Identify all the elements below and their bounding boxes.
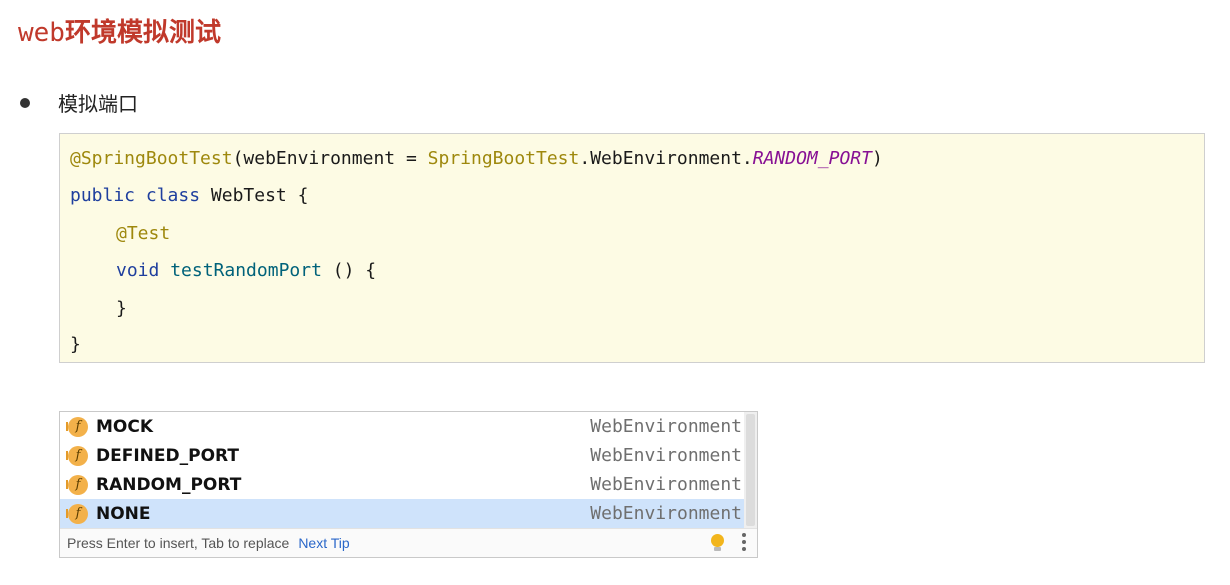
completion-item-selected[interactable]: f NONE WebEnvironment	[60, 499, 744, 528]
completion-hint: Press Enter to insert, Tab to replace	[67, 535, 290, 551]
code-text: () {	[321, 260, 377, 281]
field-icon: f	[66, 474, 88, 495]
code-line-5: }	[116, 298, 127, 319]
next-tip-link[interactable]: Next Tip	[298, 535, 349, 551]
bullet-text: 模拟端口	[58, 92, 138, 116]
completion-item[interactable]: f RANDOM_PORT WebEnvironment	[60, 470, 744, 499]
code-line-1: @SpringBootTest(webEnvironment = SpringB…	[70, 148, 883, 169]
completion-item[interactable]: f DEFINED_PORT WebEnvironment	[60, 441, 744, 470]
code-text: (webEnvironment =	[232, 148, 428, 169]
bullet-dot-icon	[20, 97, 30, 108]
code-constant: RANDOM_PORT	[752, 148, 872, 169]
code-text: WebTest {	[200, 185, 309, 206]
page-title-text: 环境模拟测试	[64, 18, 221, 48]
code-line-3: @Test	[116, 223, 170, 244]
code-annotation: @SpringBootTest	[70, 148, 233, 169]
completion-item-type: WebEnvironment	[590, 503, 742, 524]
code-block: @SpringBootTest(webEnvironment = SpringB…	[59, 133, 1205, 363]
code-class: SpringBootTest	[427, 148, 580, 169]
field-icon: f	[66, 445, 88, 466]
more-vertical-icon[interactable]	[742, 533, 746, 551]
completion-item-name: MOCK	[96, 416, 154, 437]
lightbulb-icon[interactable]	[711, 534, 724, 551]
code-text: .WebEnvironment.	[579, 148, 753, 169]
code-line-4: void testRandomPort () {	[116, 260, 376, 281]
page-title: web环境模拟测试	[18, 12, 221, 49]
code-annotation: @Test	[116, 223, 171, 244]
completion-item-type: WebEnvironment	[590, 416, 742, 437]
completion-item-name: DEFINED_PORT	[96, 445, 239, 466]
page-title-prefix: web	[18, 18, 65, 48]
code-line-2: public class WebTest {	[70, 185, 308, 206]
field-icon: f	[66, 503, 88, 524]
bullet-item: 模拟端口	[20, 88, 138, 117]
scrollbar-thumb[interactable]	[746, 414, 755, 526]
code-method: testRandomPort	[170, 260, 322, 281]
code-keyword: public	[70, 185, 136, 206]
code-line-6: }	[70, 334, 81, 355]
completion-item-name: RANDOM_PORT	[96, 474, 242, 495]
field-icon: f	[66, 416, 88, 437]
completion-footer: Press Enter to insert, Tab to replace Ne…	[60, 528, 757, 557]
code-keyword: class	[145, 185, 201, 206]
completion-item-name: NONE	[96, 503, 151, 524]
code-text: )	[871, 148, 883, 169]
completion-scrollbar[interactable]	[744, 412, 757, 528]
completion-popup: f MOCK WebEnvironment f DEFINED_PORT Web…	[59, 411, 758, 558]
completion-item-type: WebEnvironment	[590, 474, 742, 495]
completion-item-type: WebEnvironment	[590, 445, 742, 466]
completion-item[interactable]: f MOCK WebEnvironment	[60, 412, 744, 441]
code-keyword: void	[116, 260, 160, 281]
